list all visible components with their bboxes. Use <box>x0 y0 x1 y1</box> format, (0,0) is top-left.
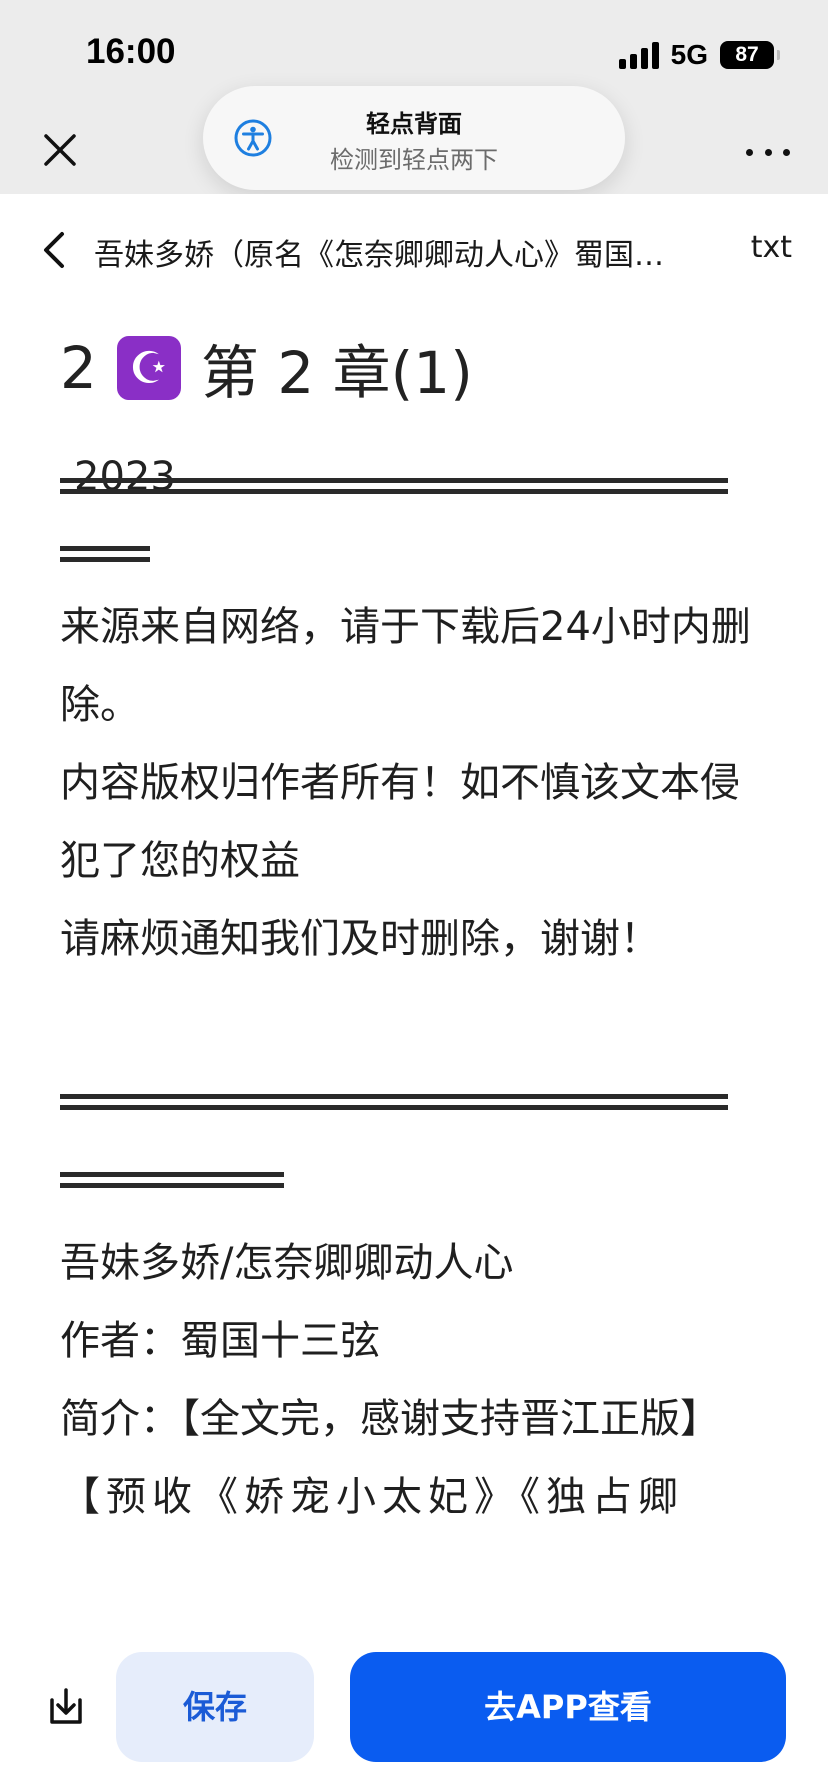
network-type: 5G <box>670 39 708 70</box>
divider-rule <box>60 1172 284 1188</box>
bottom-action-bar: 保存 去APP查看 <box>0 1634 828 1792</box>
status-indicators: 5G 87 <box>618 38 780 72</box>
star-crescent-icon: ☪ <box>116 336 181 400</box>
back-tap-toast: 轻点背面 检测到轻点两下 <box>203 86 625 190</box>
document-title: 吾妹多娇（原名《怎奈卿卿动人心》蜀国… <box>94 238 664 273</box>
divider-rule <box>60 1094 728 1110</box>
open-in-app-button[interactable]: 去APP查看 <box>350 1652 786 1762</box>
toast-subtitle: 检测到轻点两下 <box>330 146 498 174</box>
chevron-left-icon <box>44 232 64 268</box>
close-button[interactable] <box>38 128 82 172</box>
chapter-number: 2 <box>60 334 97 402</box>
intro-line: 简介：【全文完，感谢支持晋江正版】 <box>60 1396 720 1442</box>
preorder-line: 【预收《娇宠小太妃》《独占卿 <box>60 1474 684 1520</box>
close-icon <box>44 134 76 166</box>
book-title-line: 吾妹多娇/怎奈卿卿动人心 <box>60 1240 514 1286</box>
more-options-button[interactable] <box>746 132 790 172</box>
author-line: 作者：蜀国十三弦 <box>60 1318 380 1364</box>
more-icon-dot <box>764 148 772 156</box>
disclaimer-line: 内容版权归作者所有！如不慎该文本侵犯了您的权益 <box>60 760 740 884</box>
book-info: 吾妹多娇/怎奈卿卿动人心 作者：蜀国十三弦 简介：【全文完，感谢支持晋江正版】 … <box>60 1224 776 1536</box>
save-button[interactable]: 保存 <box>116 1652 314 1762</box>
more-icon-dot <box>783 148 790 156</box>
cellular-signal-icon <box>618 41 659 69</box>
disclaimer-paragraph: 来源来自网络，请于下载后24小时内删除。 内容版权归作者所有！如不慎该文本侵犯了… <box>60 588 776 978</box>
divider-rule <box>60 478 728 494</box>
toast-title: 轻点背面 <box>366 110 462 138</box>
chapter-heading: 2 ☪ 第 2 章(1) <box>60 326 473 410</box>
disclaimer-line: 来源来自网络，请于下载后24小时内删除。 <box>60 604 751 728</box>
back-button[interactable] <box>38 228 72 272</box>
document-nav-bar: 吾妹多娇（原名《怎奈卿卿动人心》蜀国… txt <box>0 194 828 304</box>
more-icon-dot <box>746 148 753 156</box>
file-extension-label: txt <box>750 230 792 265</box>
divider-rule <box>60 546 150 562</box>
battery-icon: 87 <box>720 41 780 69</box>
status-time: 16:00 <box>86 32 176 71</box>
chapter-title: 第 2 章(1) <box>200 339 473 407</box>
download-icon <box>50 1688 82 1724</box>
disclaimer-line: 请麻烦通知我们及时删除，谢谢！ <box>60 916 660 962</box>
download-button[interactable] <box>44 1684 88 1728</box>
document-content[interactable]: 2 ☪ 第 2 章(1) 2023 来源来自网络，请于下载后24小时内删除。 内… <box>60 304 776 1634</box>
